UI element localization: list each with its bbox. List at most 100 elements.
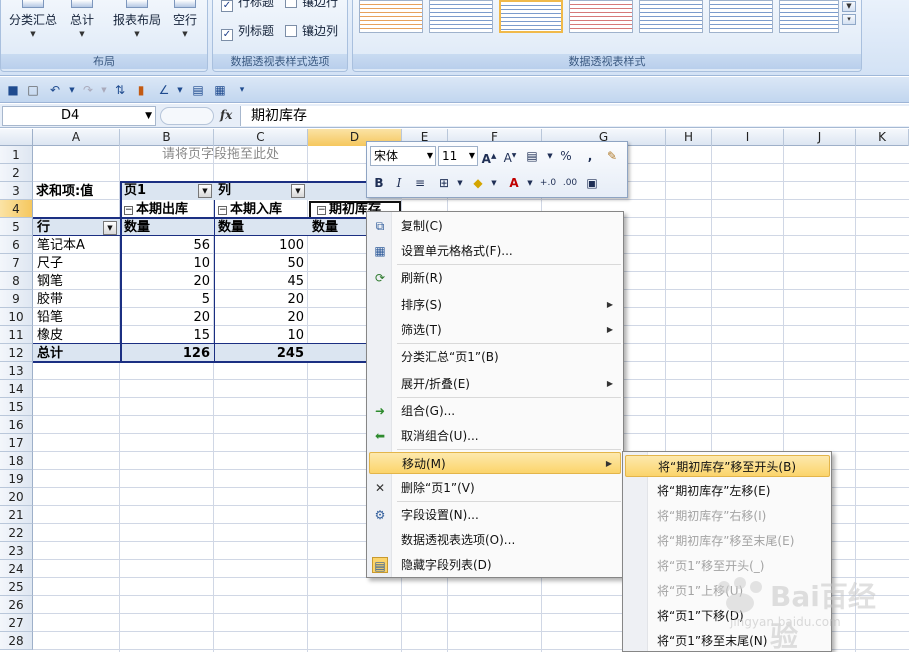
row-field-dropdown[interactable]: ▼ (103, 221, 117, 235)
new-document-icon[interactable]: □ (25, 82, 41, 98)
collapse-icon[interactable]: − (317, 206, 326, 215)
column-header[interactable]: A (33, 129, 120, 146)
pivot-value-in[interactable]: 20 (214, 309, 308, 327)
row-header[interactable]: 2 (0, 164, 33, 182)
column-headers-checkbox[interactable]: ✓ 列标题 (221, 22, 274, 41)
pivot-value-in[interactable]: 50 (214, 255, 308, 273)
chevron-down-icon[interactable]: ▼ (451, 174, 469, 192)
column-field-dropdown[interactable]: ▼ (291, 184, 305, 198)
column-header[interactable]: K (856, 129, 909, 146)
format-painter-icon[interactable]: ✎ (603, 147, 621, 165)
chevron-down-icon[interactable]: ▼ (427, 147, 433, 165)
row-header[interactable]: 11 (0, 326, 33, 344)
chevron-down-icon[interactable]: ▼ (469, 147, 475, 165)
move-submenu-item[interactable]: 将“期初库存”移至开头(B) (625, 455, 830, 477)
column-header[interactable]: B (120, 129, 214, 146)
page-field-dropdown[interactable]: ▼ (198, 184, 212, 198)
center-align-icon[interactable]: ≡ (411, 174, 429, 192)
sort-icon[interactable]: ⇅ (112, 82, 128, 98)
collapse-icon[interactable]: − (124, 206, 133, 215)
context-menu-item[interactable]: 分类汇总“页1”(B) (369, 346, 621, 368)
gallery-expand-button[interactable]: ▾ (842, 14, 856, 25)
pivot-data-field-label[interactable]: 求和项:值 (36, 183, 120, 219)
context-menu-item[interactable]: 排序(S) ▶ (369, 294, 621, 316)
column-header[interactable]: I (712, 129, 784, 146)
undo-icon[interactable]: ↶ (47, 82, 63, 98)
report-layout-button[interactable]: 报表布局 ▼ (111, 0, 163, 52)
select-all-corner[interactable] (0, 129, 33, 146)
row-header[interactable]: 7 (0, 254, 33, 272)
context-menu-item[interactable]: ▦ 设置单元格格式(F)... (369, 240, 621, 262)
accounting-format-icon[interactable]: ▤ (523, 147, 541, 165)
pivot-value-out[interactable]: 20 (120, 309, 214, 327)
style-swatch[interactable] (569, 0, 633, 33)
tool-dropdown-icon[interactable]: ▼ (172, 82, 188, 98)
undo-dropdown-icon[interactable]: ▼ (64, 82, 80, 98)
pivot-row-label[interactable]: 笔记本A (37, 237, 119, 255)
page-field-drop-zone[interactable]: 请将页字段拖至此处 (33, 146, 408, 164)
row-header[interactable]: 28 (0, 632, 33, 650)
pivot-row-label[interactable]: 尺子 (37, 255, 119, 273)
row-header[interactable]: 17 (0, 434, 33, 452)
row-headers-checkbox[interactable]: ✓ 行标题 (221, 0, 274, 12)
row-header[interactable]: 10 (0, 308, 33, 326)
chevron-down-icon[interactable]: ▼ (521, 174, 539, 192)
pivot-value-in[interactable]: 100 (214, 237, 308, 255)
comma-style-icon[interactable]: , (581, 147, 599, 165)
row-header[interactable]: 20 (0, 488, 33, 506)
pivot-value-out[interactable]: 20 (120, 273, 214, 291)
increase-decimal-icon[interactable]: +.0 (539, 174, 557, 192)
row-header[interactable]: 19 (0, 470, 33, 488)
bold-icon[interactable]: B (370, 174, 388, 192)
blank-rows-button[interactable]: 空行 ▼ (169, 0, 201, 52)
row-header[interactable]: 26 (0, 596, 33, 614)
context-menu-item[interactable]: 展开/折叠(E) ▶ (369, 373, 621, 395)
pivot-row-label[interactable]: 胶带 (37, 291, 119, 309)
subtotals-button[interactable]: 分类汇总 ▼ (7, 0, 59, 52)
style-swatch[interactable] (779, 0, 839, 33)
row-header[interactable]: 3 (0, 182, 33, 200)
row-header[interactable]: 25 (0, 578, 33, 596)
chevron-down-icon[interactable]: ▼ (145, 107, 152, 125)
chart-icon[interactable]: ▮ (133, 82, 149, 98)
pivot-value-out[interactable]: 10 (120, 255, 214, 273)
context-menu-item[interactable]: ⧉ 复制(C) (369, 215, 621, 237)
decrease-decimal-icon[interactable]: .00 (561, 174, 579, 192)
name-box[interactable]: D4 ▼ (2, 106, 156, 126)
customize-toolbar-icon[interactable]: ▾ (234, 82, 250, 98)
formula-bar-splitter[interactable] (160, 107, 214, 125)
italic-icon[interactable]: I (390, 174, 408, 192)
insert-function-button[interactable]: fx (220, 108, 232, 122)
row-header[interactable]: 14 (0, 380, 33, 398)
row-header[interactable]: 12 (0, 344, 33, 362)
style-swatch-selected[interactable] (499, 0, 563, 33)
style-swatch[interactable] (359, 0, 423, 33)
row-header[interactable]: 4 (0, 200, 33, 218)
pivot-row-label[interactable]: 铅笔 (37, 309, 119, 327)
context-menu-item[interactable]: ⟳ 刷新(R) (369, 267, 621, 289)
row-header[interactable]: 13 (0, 362, 33, 380)
grand-totals-button[interactable]: 总计 ▼ (65, 0, 99, 52)
row-header[interactable]: 21 (0, 506, 33, 524)
font-name-box[interactable]: 宋体 ▼ (370, 146, 436, 166)
row-header[interactable]: 15 (0, 398, 33, 416)
row-header[interactable]: 8 (0, 272, 33, 290)
row-header[interactable]: 1 (0, 146, 33, 164)
font-size-box[interactable]: 11 ▼ (438, 146, 478, 166)
context-menu-item[interactable]: ⚙ 字段设置(N)... (369, 504, 621, 526)
context-menu-item[interactable]: 数据透视表选项(O)... (369, 529, 621, 551)
banded-rows-checkbox[interactable]: 镶边行 (285, 0, 338, 10)
context-menu-item[interactable]: ✕ 删除“页1”(V) (369, 477, 621, 499)
row-header[interactable]: 23 (0, 542, 33, 560)
pivot-value-in[interactable]: 45 (214, 273, 308, 291)
row-header[interactable]: 27 (0, 614, 33, 632)
row-header[interactable]: 22 (0, 524, 33, 542)
grow-font-icon[interactable]: A▲ (480, 147, 498, 166)
collapse-icon[interactable]: − (218, 206, 227, 215)
pivot-row-label[interactable]: 钢笔 (37, 273, 119, 291)
form-icon[interactable]: ▤ (190, 82, 206, 98)
column-header[interactable]: C (214, 129, 308, 146)
pivot-value-out[interactable]: 56 (120, 237, 214, 255)
chevron-down-icon[interactable]: ▼ (485, 174, 503, 192)
line-tool-icon[interactable]: ∠ (156, 82, 172, 98)
